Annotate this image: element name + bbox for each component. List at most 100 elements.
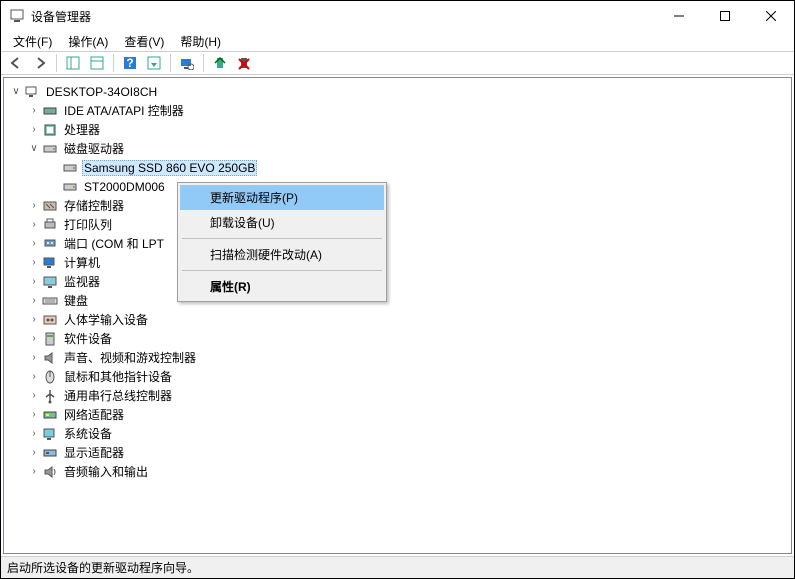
- tree-item-system[interactable]: › 系统设备: [4, 424, 791, 443]
- help-button[interactable]: ?: [119, 52, 141, 74]
- collapse-icon[interactable]: ∨: [26, 144, 42, 154]
- back-button[interactable]: [5, 52, 27, 74]
- ctx-scan-hardware[interactable]: 扫描检测硬件改动(A): [180, 242, 384, 267]
- tree-label: 网络适配器: [62, 406, 126, 423]
- expand-icon[interactable]: ›: [26, 220, 42, 230]
- ctx-update-driver[interactable]: 更新驱动程序(P): [180, 185, 384, 210]
- toolbar-separator: [203, 54, 204, 72]
- tree-label: 显示适配器: [62, 444, 126, 461]
- status-bar: 启动所选设备的更新驱动程序向导。: [1, 556, 794, 578]
- close-button[interactable]: [748, 1, 794, 31]
- disk-icon: [62, 160, 78, 176]
- expand-icon[interactable]: ›: [26, 391, 42, 401]
- menu-action[interactable]: 操作(A): [60, 31, 116, 52]
- tree-item-print[interactable]: › 打印队列: [4, 215, 791, 234]
- expand-icon[interactable]: ›: [26, 429, 42, 439]
- tree-item-keyboard[interactable]: › 键盘: [4, 291, 791, 310]
- toolbar-separator: [170, 54, 171, 72]
- expand-icon[interactable]: ›: [26, 467, 42, 477]
- tree-label: 声音、视频和游戏控制器: [62, 349, 198, 366]
- expand-icon[interactable]: ›: [26, 125, 42, 135]
- ctx-uninstall[interactable]: 卸载设备(U): [180, 210, 384, 235]
- tree-item-monitor[interactable]: › 监视器: [4, 272, 791, 291]
- speaker-icon: [42, 350, 58, 366]
- collapse-icon[interactable]: ∨: [8, 87, 24, 97]
- expand-icon[interactable]: ›: [26, 315, 42, 325]
- ide-icon: [42, 103, 58, 119]
- tree-item-display[interactable]: › 显示适配器: [4, 443, 791, 462]
- network-icon: [42, 407, 58, 423]
- app-icon: [9, 8, 25, 24]
- tree-label: 打印队列: [62, 216, 114, 233]
- expand-icon[interactable]: ›: [26, 448, 42, 458]
- expand-icon[interactable]: ›: [26, 239, 42, 249]
- tree-item-cpu[interactable]: › 处理器: [4, 120, 791, 139]
- hid-icon: [42, 312, 58, 328]
- tree-item-hid[interactable]: ›人体学输入设备: [4, 310, 791, 329]
- tree-item-software[interactable]: › 软件设备: [4, 329, 791, 348]
- expand-icon[interactable]: ›: [26, 410, 42, 420]
- tree-item-computer[interactable]: › 计算机: [4, 253, 791, 272]
- tree-label: ST2000DM006: [82, 180, 167, 194]
- tree-item-ide[interactable]: › IDE ATA/ATAPI 控制器: [4, 101, 791, 120]
- expand-icon[interactable]: ›: [26, 277, 42, 287]
- uninstall-button[interactable]: [233, 52, 255, 74]
- forward-button[interactable]: [29, 52, 51, 74]
- tree-label: 通用串行总线控制器: [62, 387, 174, 404]
- computer-icon: [24, 84, 40, 100]
- mouse-icon: [42, 369, 58, 385]
- audio-icon: [42, 464, 58, 480]
- tree-item-mouse[interactable]: › 鼠标和其他指针设备: [4, 367, 791, 386]
- tree-label: DESKTOP-34OI8CH: [44, 85, 159, 99]
- properties-button[interactable]: [86, 52, 108, 74]
- tree-item-disk-child[interactable]: ·ST2000DM006: [4, 177, 791, 196]
- expand-icon[interactable]: ›: [26, 334, 42, 344]
- menu-help[interactable]: 帮助(H): [172, 31, 229, 52]
- disk-icon: [62, 179, 78, 195]
- tree-label: 监视器: [62, 273, 102, 290]
- tree-label: 鼠标和其他指针设备: [62, 368, 174, 385]
- tree-label: 键盘: [62, 292, 90, 309]
- expand-icon[interactable]: ›: [26, 353, 42, 363]
- tree-item-disk-child[interactable]: ·Samsung SSD 860 EVO 250GB: [4, 158, 791, 177]
- expand-icon[interactable]: ›: [26, 106, 42, 116]
- menu-bar: 文件(F) 操作(A) 查看(V) 帮助(H): [1, 31, 794, 51]
- cpu-icon: [42, 122, 58, 138]
- svg-text:?: ?: [126, 56, 133, 70]
- device-tree[interactable]: ∨ DESKTOP-34OI8CH › IDE ATA/ATAPI 控制器 › 处理器…: [3, 77, 792, 554]
- tree-item-storage[interactable]: ›存储控制器: [4, 196, 791, 215]
- expand-icon[interactable]: ›: [26, 201, 42, 211]
- toolbar-separator: [113, 54, 114, 72]
- tree-label: 系统设备: [62, 425, 114, 442]
- expand-icon[interactable]: ›: [26, 372, 42, 382]
- tree-root[interactable]: ∨ DESKTOP-34OI8CH: [4, 82, 791, 101]
- tree-label: 软件设备: [62, 330, 114, 347]
- ctx-properties[interactable]: 属性(R): [180, 274, 384, 299]
- tree-label: IDE ATA/ATAPI 控制器: [62, 102, 186, 119]
- tree-label: 处理器: [62, 121, 102, 138]
- expand-icon[interactable]: ›: [26, 296, 42, 306]
- action-button[interactable]: [143, 52, 165, 74]
- system-device-icon: [42, 426, 58, 442]
- title-bar: 设备管理器: [1, 1, 794, 31]
- keyboard-icon: [42, 293, 58, 309]
- tree-item-disk[interactable]: ∨磁盘驱动器: [4, 139, 791, 158]
- tree-item-sound[interactable]: › 声音、视频和游戏控制器: [4, 348, 791, 367]
- minimize-button[interactable]: [656, 1, 702, 31]
- disk-icon: [42, 141, 58, 157]
- window-title: 设备管理器: [31, 8, 91, 25]
- tree-item-ports[interactable]: ›端口 (COM 和 LPT: [4, 234, 791, 253]
- menu-file[interactable]: 文件(F): [5, 31, 60, 52]
- tree-item-audio[interactable]: ›音频输入和输出: [4, 462, 791, 481]
- show-hide-tree-button[interactable]: [62, 52, 84, 74]
- menu-view[interactable]: 查看(V): [116, 31, 172, 52]
- maximize-button[interactable]: [702, 1, 748, 31]
- update-driver-button[interactable]: [209, 52, 231, 74]
- tree-item-usb[interactable]: › 通用串行总线控制器: [4, 386, 791, 405]
- ctx-separator: [182, 270, 382, 271]
- context-menu: 更新驱动程序(P) 卸载设备(U) 扫描检测硬件改动(A) 属性(R): [177, 182, 387, 302]
- tree-item-network[interactable]: › 网络适配器: [4, 405, 791, 424]
- tree-label: 计算机: [62, 254, 102, 271]
- expand-icon[interactable]: ›: [26, 258, 42, 268]
- scan-hardware-button[interactable]: [176, 52, 198, 74]
